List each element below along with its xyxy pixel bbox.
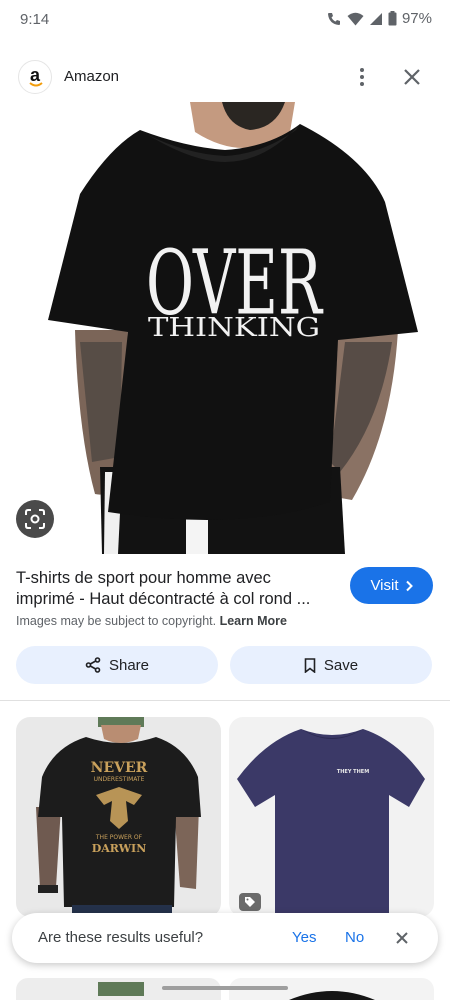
result-title[interactable]: T-shirts de sport pour homme avec imprim…	[16, 568, 334, 610]
section-divider	[0, 700, 450, 701]
viewer-header: a Amazon	[0, 52, 450, 102]
share-label: Share	[108, 656, 150, 674]
save-button[interactable]: Save	[230, 646, 432, 684]
source-name[interactable]: Amazon	[64, 68, 119, 85]
tshirt-photo: OVER THINKING	[48, 102, 418, 554]
smile-arrow-icon	[29, 82, 43, 87]
copyright-notice: Images may be subject to copyright. Lear…	[16, 614, 287, 628]
share-icon	[85, 657, 101, 673]
close-icon[interactable]	[394, 930, 410, 946]
share-button[interactable]: Share	[16, 646, 218, 684]
feedback-yes-button[interactable]: Yes	[292, 929, 316, 946]
screen: 9:14 97% a Amazon OVER THINKING T-shirts…	[0, 0, 450, 1000]
graphic-line-3: THE POWER OF	[95, 834, 143, 841]
visit-button[interactable]: Visit	[350, 567, 433, 604]
related-result-card[interactable]: THEY THEM	[229, 717, 434, 917]
wifi-icon	[347, 12, 364, 25]
product-image[interactable]: OVER THINKING	[0, 102, 450, 554]
more-options-button[interactable]	[350, 64, 374, 90]
more-vert-icon	[360, 68, 364, 72]
chevron-right-icon	[405, 580, 413, 591]
learn-more-link[interactable]: Learn More	[220, 614, 287, 628]
feedback-no-button[interactable]: No	[345, 929, 364, 946]
signal-icon	[369, 12, 382, 25]
save-label: Save	[323, 656, 359, 674]
visit-label: Visit	[370, 577, 399, 594]
copyright-text: Images may be subject to copyright.	[16, 614, 217, 628]
battery-level: 97%	[401, 10, 432, 27]
graphic-line-they-them: THEY THEM	[337, 769, 369, 775]
status-icons: 97%	[326, 10, 432, 27]
graphic-line-1: NEVER	[91, 760, 148, 776]
battery-icon	[388, 11, 397, 26]
lens-icon	[25, 509, 45, 529]
home-indicator[interactable]	[162, 986, 288, 990]
status-time: 9:14	[20, 11, 50, 28]
bookmark-icon	[304, 657, 316, 673]
feedback-bar: Are these results useful? Yes No	[12, 913, 438, 963]
close-icon[interactable]	[400, 65, 424, 89]
google-lens-button[interactable]	[16, 500, 54, 538]
graphic-line-4: DARWIN	[92, 842, 147, 855]
related-result-card[interactable]: NEVER UNDERESTIMATE THE POWER OF DARWIN	[16, 717, 221, 917]
related-image-navy-shirt: THEY THEM	[237, 729, 425, 917]
graphic-text-thinking: THINKING	[148, 313, 320, 343]
product-tag-icon	[239, 893, 261, 911]
related-image-darwin-shirt: NEVER UNDERESTIMATE THE POWER OF DARWIN	[36, 717, 201, 917]
call-icon	[327, 12, 340, 25]
feedback-question: Are these results useful?	[38, 929, 204, 946]
status-bar: 9:14 97%	[0, 0, 450, 40]
graphic-line-2: UNDERESTIMATE	[94, 776, 145, 783]
amazon-logo-icon[interactable]: a	[18, 60, 52, 94]
